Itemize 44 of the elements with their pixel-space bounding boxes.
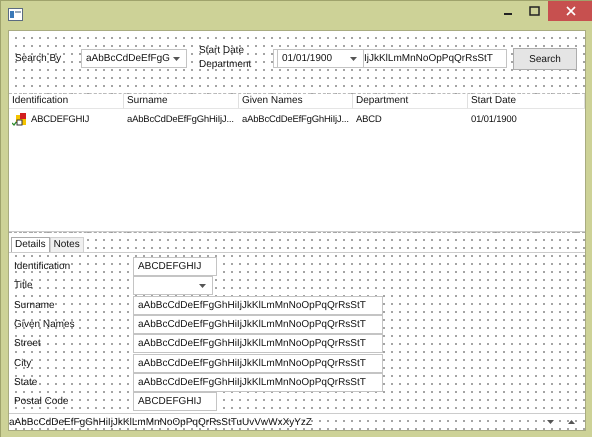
field-label: Title	[13, 280, 34, 292]
column-header[interactable]: Start Date	[468, 94, 585, 109]
app-icon	[8, 8, 23, 21]
input-field[interactable]: aAbBcCdDeEfFgGhHiIjJkKlLmMnNoOpPqQrRsStT	[133, 372, 383, 392]
column-header[interactable]: Given Names	[239, 94, 353, 109]
tab[interactable]: Notes	[50, 237, 84, 252]
tab[interactable]: Details	[11, 237, 50, 252]
field-label: Identification	[13, 261, 72, 272]
field-label: City	[13, 358, 32, 369]
column-header[interactable]: Surname	[124, 94, 239, 109]
dropdown-arrow-icon	[173, 56, 180, 60]
input-field[interactable]: ABCDEFGHIJ	[133, 392, 217, 412]
maximize-icon[interactable]	[529, 6, 540, 16]
input-field[interactable]: aAbBcCdDeEfFgGhHiIjJkKlLmMnNoOpPqQrRsStT	[133, 354, 383, 373]
input-field[interactable]: ABCDEFGHIJ	[133, 257, 217, 276]
up-arrow-icon[interactable]	[568, 420, 575, 424]
table-cell: aAbBcCdDeEfFgGhHiIjJ...	[242, 114, 349, 125]
close-icon	[566, 6, 576, 16]
column-header[interactable]: Identification	[9, 94, 124, 109]
input-field[interactable]: aAbBcCdDeEfFgGhHiIjJkKlLmMnNoOpPqQrRsStT	[133, 296, 383, 315]
field-label: State	[13, 376, 38, 388]
table-cell: ABCD	[356, 114, 382, 125]
close-button[interactable]	[548, 1, 592, 21]
field-label: Street	[13, 338, 42, 350]
down-arrow-icon[interactable]	[547, 420, 554, 424]
field-label: Department	[199, 59, 252, 70]
field-label: Start Date	[199, 45, 244, 56]
status-text: aAbBcCdDeEfFgGhHiIjJkKlLmMnNoOpPqQrRsStTuUvVwWxXyYzZ	[9, 416, 312, 428]
input-field[interactable]: aAbBcCdDeEfFgGhHiIjJkKlLmMnNoOpPqQrRsStT	[133, 334, 383, 354]
date-combo[interactable]: 01/01/1900	[277, 49, 364, 68]
table-cell: 01/01/1900	[471, 114, 517, 125]
table-cell: ABCDEFGHIJ	[31, 114, 90, 125]
input-field[interactable]: aAbBcCdDeEfFgGhHiIjJkKlLmMnNoOpPqQrRsStT	[133, 315, 383, 334]
search-field-combo[interactable]: aAbBcCdDeEfFgG	[81, 49, 187, 68]
field-label: Postal Code	[13, 396, 70, 408]
search-by-label: Search By	[15, 53, 62, 64]
field-label: Given Names	[13, 319, 76, 330]
column-header[interactable]: Department	[353, 94, 468, 109]
table-cell: aAbBcCdDeEfFgGhHiIjJ...	[127, 114, 234, 125]
dropdown-arrow-icon	[350, 56, 357, 60]
dropdown-arrow-icon	[199, 284, 206, 288]
search-button[interactable]: Search	[513, 48, 577, 70]
record-icon	[12, 112, 28, 126]
field-label: Surname	[13, 300, 56, 311]
